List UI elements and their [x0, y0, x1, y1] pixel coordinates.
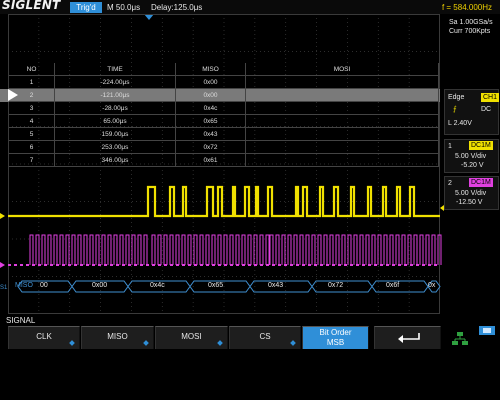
row-miso: 0x00: [176, 76, 246, 89]
knob-indicator-icon: [217, 340, 223, 346]
row-miso: 0x4c: [176, 102, 246, 115]
table-row[interactable]: 1 -224.00μs 0x00: [0, 76, 440, 89]
bus-value-label: 0x6f: [386, 282, 400, 289]
trigger-source-badge: CH1: [481, 93, 500, 102]
return-arrow-icon: [398, 333, 420, 343]
bit-order-softkey[interactable]: Bit Order MSB: [302, 326, 369, 349]
bit-order-value: MSB: [326, 338, 345, 347]
row-time: 346.00μs: [55, 154, 176, 167]
table-row[interactable]: 6 253.00μs 0x72: [0, 141, 440, 154]
row-time: -28.00μs: [55, 102, 176, 115]
row-miso: 0x61: [176, 154, 246, 167]
ch2-vdiv: 5.00 V/div: [455, 190, 487, 197]
row-time: -121.00μs: [55, 89, 176, 102]
sample-rate-readout: Sa 1.00GSa/s: [449, 19, 493, 26]
row-miso: 0x72: [176, 141, 246, 154]
right-info-panel: Sa 1.00GSa/s Curr 700Kpts Edge CH1 ⨍ DC …: [441, 14, 500, 314]
bus-value-label: 0x43: [268, 282, 284, 289]
row-number: 6: [9, 141, 55, 154]
ch2-coupling-badge: DC1M: [469, 178, 493, 187]
ch1-vdiv: 5.00 V/div: [455, 153, 487, 160]
menu-title: SIGNAL: [6, 316, 36, 325]
row-number: 1: [9, 76, 55, 89]
column-header: MISO: [176, 63, 246, 76]
ch1-offset: -5.20 V: [461, 162, 484, 169]
ch1-ground-marker-icon: [0, 213, 5, 219]
row-miso: 0x00: [176, 89, 246, 102]
trigger-level: L 2.40V: [448, 120, 472, 127]
bus-value-label: 00: [40, 282, 48, 289]
table-header-row: NO TIME MISO MOSI: [0, 63, 440, 76]
miso-softkey[interactable]: MISO: [81, 326, 154, 349]
row-number: 4: [9, 115, 55, 128]
ch1-number: 1: [448, 143, 452, 150]
bus-channel-icon: S1: [0, 285, 8, 291]
table-row[interactable]: 5 159.00μs 0x43: [0, 128, 440, 141]
clk-softkey[interactable]: CLK: [8, 326, 80, 349]
selected-row-pointer-icon: [8, 89, 18, 101]
ch2-offset: -12.50 V: [456, 199, 483, 206]
bus-name-label: MISO: [15, 282, 33, 289]
row-time: 253.00μs: [55, 141, 176, 154]
row-time: 159.00μs: [55, 128, 176, 141]
trigger-info-box[interactable]: Edge CH1 ⨍ DC L 2.40V: [444, 89, 500, 135]
bus-value-label: 0x: [428, 282, 436, 289]
mosi-softkey[interactable]: MOSI: [155, 326, 228, 349]
cs-label: CS: [259, 332, 271, 341]
row-number: 5: [9, 128, 55, 141]
ch1-coupling-badge: DC1M: [469, 141, 493, 150]
bus-value-label: 0x65: [208, 282, 224, 289]
knob-indicator-icon: [143, 340, 149, 346]
cs-softkey[interactable]: CS: [229, 326, 301, 349]
row-miso: 0x65: [176, 115, 246, 128]
return-softkey[interactable]: [374, 326, 441, 349]
row-mosi: [246, 115, 439, 128]
miso-label: MISO: [107, 332, 128, 341]
row-mosi: [246, 141, 439, 154]
bus-value-label: 0x72: [328, 282, 344, 289]
column-header: MOSI: [246, 63, 439, 76]
knob-indicator-icon: [69, 340, 75, 346]
memory-depth-readout: Curr 700Kpts: [449, 28, 491, 35]
row-time: -224.00μs: [55, 76, 176, 89]
network-icon: [452, 332, 468, 345]
rising-edge-icon: ⨍: [453, 106, 457, 113]
bus-value-label: 0x00: [92, 282, 108, 289]
row-miso: 0x43: [176, 128, 246, 141]
ch2-waveform: [8, 234, 442, 266]
trigger-type: Edge: [448, 94, 465, 101]
ch2-info-box[interactable]: 2 DC1M 5.00 V/div -12.50 V: [444, 176, 499, 210]
miso-bus-trace: [17, 280, 441, 293]
ch1-info-box[interactable]: 1 DC1M 5.00 V/div -5.20 V: [444, 139, 499, 173]
trigger-coupling: DC: [481, 106, 492, 113]
row-time: 65.00μs: [55, 115, 176, 128]
mosi-label: MOSI: [181, 332, 202, 341]
row-mosi: [246, 128, 439, 141]
bit-order-label: Bit Order MSB: [303, 328, 368, 348]
row-number: 3: [9, 102, 55, 115]
bit-order-title: Bit Order: [319, 328, 352, 337]
column-header: TIME: [55, 63, 176, 76]
row-mosi: [246, 154, 439, 167]
table-row-selected[interactable]: 2 -121.00μs 0x00: [0, 89, 440, 102]
row-mosi: [246, 76, 439, 89]
clk-label: CLK: [36, 332, 52, 341]
table-row[interactable]: 3 -28.00μs 0x4c: [0, 102, 440, 115]
column-header: NO: [9, 63, 55, 76]
ch2-ground-marker-icon: [0, 262, 5, 268]
knob-indicator-icon: [290, 340, 296, 346]
bus-value-label: 0x4c: [150, 282, 165, 289]
row-number: 7: [9, 154, 55, 167]
row-mosi: [246, 102, 439, 115]
table-row[interactable]: 4 65.00μs 0x65: [0, 115, 440, 128]
table-row[interactable]: 7 346.00μs 0x61: [0, 154, 440, 167]
row-mosi: [246, 89, 439, 102]
ch2-number: 2: [448, 180, 452, 187]
usb-device-icon: [479, 326, 495, 335]
